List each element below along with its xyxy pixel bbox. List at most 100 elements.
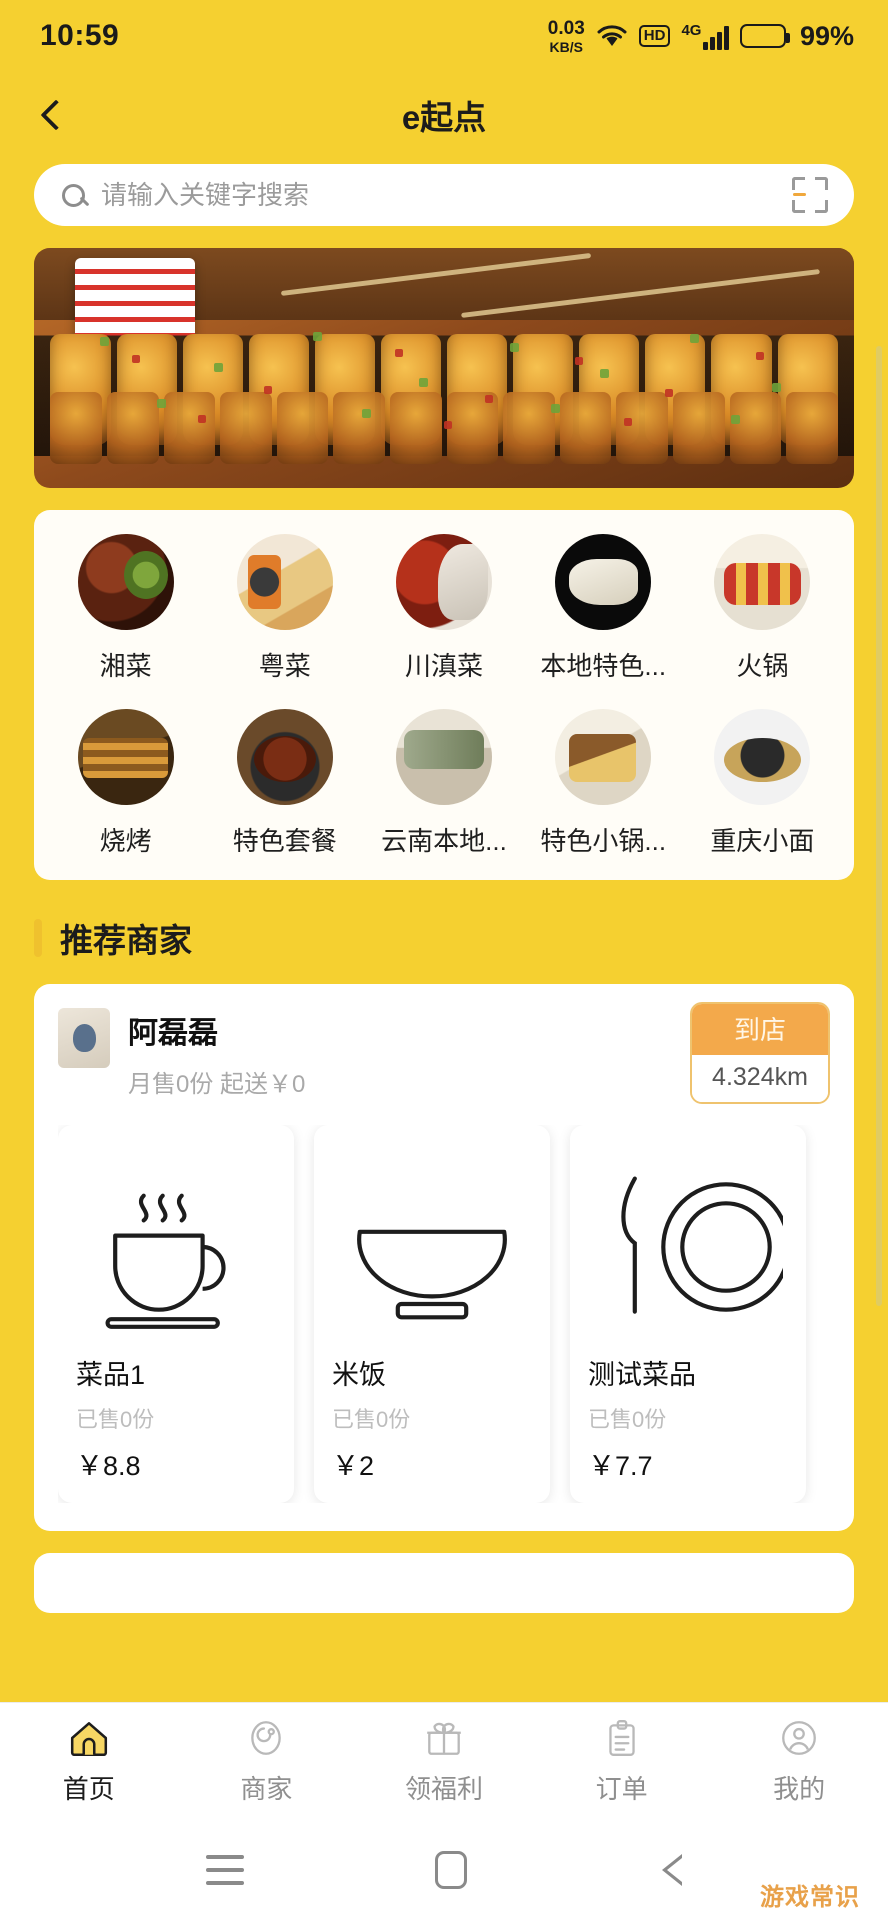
category-item-2[interactable]: 川滇菜 <box>364 534 523 683</box>
battery-icon <box>739 24 790 48</box>
dish-name: 菜品1 <box>76 1360 146 1390</box>
category-label: 烧烤 <box>99 826 152 856</box>
tab-label: 领福利 <box>404 1774 483 1804</box>
home-icon <box>70 1722 107 1757</box>
merchant-distance-badge[interactable]: 到店 4.324km <box>690 1002 830 1104</box>
merchant-logo <box>58 1008 110 1068</box>
dish-price: ￥2 <box>332 1451 375 1481</box>
banner-garnish-chili <box>34 320 854 464</box>
battery-percent: 99% <box>799 20 854 51</box>
dish-text-2: 测试菜品 已售0份 ￥7.7 <box>570 1353 806 1483</box>
dish-sold: 已售0份 <box>332 1407 411 1432</box>
badge-distance-value: 4.324km <box>692 1055 828 1102</box>
category-item-0[interactable]: 湘菜 <box>46 534 205 683</box>
category-label: 湘菜 <box>99 651 152 681</box>
banner-area <box>0 226 888 488</box>
merchant-card[interactable]: 阿磊磊 月售0份 起送￥0 到店 4.324km 菜品1 已售0份 ￥8.8 米… <box>34 984 854 1531</box>
tab-label: 我的 <box>773 1774 826 1804</box>
category-thumb-icon <box>236 534 333 630</box>
bottom-tab-bar: 首页 商家 领福利 订单 我的 <box>0 1702 888 1820</box>
coffee-cup-icon <box>58 1141 294 1353</box>
back-chevron-icon <box>40 99 72 131</box>
category-label: 特色小锅... <box>540 826 667 856</box>
network-type-label: 4G <box>681 21 702 39</box>
category-item-4[interactable]: 火锅 <box>683 534 842 683</box>
category-row-1: 湘菜 粤菜 川滇菜 本地特色... 火锅 <box>46 534 842 683</box>
category-thumb-icon <box>236 709 333 805</box>
dish-sold: 已售0份 <box>76 1407 155 1432</box>
tab-merchants[interactable]: 商家 <box>178 1703 356 1820</box>
dish-price: ￥8.8 <box>76 1451 141 1481</box>
category-label: 云南本地... <box>381 826 507 856</box>
category-item-3[interactable]: 本地特色... <box>524 534 683 683</box>
dish-sold: 已售0份 <box>588 1407 667 1432</box>
dish-name: 米饭 <box>332 1360 386 1390</box>
category-label: 特色套餐 <box>232 826 337 856</box>
category-label: 川滇菜 <box>405 651 484 681</box>
promo-banner[interactable] <box>34 248 854 488</box>
signal-indicator: 4G <box>681 23 729 50</box>
section-header-recommended: 推荐商家 <box>34 914 888 962</box>
category-label: 重庆小面 <box>710 826 815 856</box>
category-item-8[interactable]: 特色小锅... <box>524 709 683 858</box>
category-thumb-icon <box>396 534 492 630</box>
category-thumb-icon <box>555 534 652 630</box>
menu-icon[interactable] <box>205 1855 244 1885</box>
tab-home[interactable]: 首页 <box>0 1703 178 1820</box>
hd-badge: HD <box>638 25 671 47</box>
dish-name: 测试菜品 <box>588 1360 696 1390</box>
signal-bars-icon <box>703 25 729 50</box>
tab-orders[interactable]: 订单 <box>533 1703 711 1820</box>
dish-card-0[interactable]: 菜品1 已售0份 ￥8.8 <box>58 1125 294 1503</box>
watermark-text: 游戏常识 <box>760 1884 860 1911</box>
shop-icon <box>251 1721 282 1755</box>
back-button[interactable] <box>18 77 94 153</box>
search-input[interactable] <box>101 179 776 211</box>
dish-card-2[interactable]: 测试菜品 已售0份 ￥7.7 <box>570 1125 806 1503</box>
category-thumb-icon <box>77 534 174 630</box>
merchant-card-next-partial[interactable] <box>34 1553 854 1613</box>
tab-benefits[interactable]: 领福利 <box>355 1703 533 1820</box>
category-thumb-icon <box>714 534 811 630</box>
tab-profile[interactable]: 我的 <box>710 1703 888 1820</box>
tab-label: 首页 <box>62 1774 115 1804</box>
system-navigation-bar: 游戏常识 <box>0 1820 888 1920</box>
network-speed-value: 0.03 <box>547 17 585 39</box>
category-label: 粤菜 <box>258 651 311 681</box>
network-speed: 0.03 KB/S <box>548 19 585 54</box>
clipboard-icon <box>608 1720 635 1756</box>
category-label: 本地特色... <box>540 651 667 681</box>
dish-price: ￥7.7 <box>588 1451 653 1481</box>
status-icons: 0.03 KB/S HD 4G 99% <box>548 19 854 54</box>
back-triangle-icon[interactable] <box>658 1851 683 1889</box>
plate-knife-icon <box>570 1141 806 1353</box>
scan-code-icon[interactable] <box>792 177 828 213</box>
category-thumb-icon <box>714 709 811 805</box>
search-icon <box>62 183 85 207</box>
wifi-icon <box>597 25 627 46</box>
section-title-text: 推荐商家 <box>60 922 192 959</box>
category-item-6[interactable]: 特色套餐 <box>205 709 364 858</box>
dish-card-1[interactable]: 米饭 已售0份 ￥2 <box>314 1125 550 1503</box>
category-label: 火锅 <box>736 651 789 681</box>
category-thumb-icon <box>555 709 652 805</box>
category-item-7[interactable]: 云南本地... <box>364 709 523 858</box>
dish-list[interactable]: 菜品1 已售0份 ￥8.8 米饭 已售0份 ￥2 测试菜品 已售0份 ￥7.7 <box>58 1125 830 1503</box>
tab-label: 订单 <box>595 1774 648 1804</box>
badge-pickup-label: 到店 <box>692 1004 828 1055</box>
status-time: 10:59 <box>40 19 120 52</box>
app-bar: e起点 <box>0 72 888 158</box>
dish-text-1: 米饭 已售0份 ￥2 <box>314 1353 550 1483</box>
vertical-scrollbar[interactable] <box>876 346 882 1306</box>
gift-icon <box>427 1722 461 1755</box>
category-item-5[interactable]: 烧烤 <box>46 709 205 858</box>
rice-bowl-icon <box>314 1141 550 1353</box>
home-square-icon[interactable] <box>434 1851 467 1889</box>
category-grid: 湘菜 粤菜 川滇菜 本地特色... 火锅 烧烤 特色套餐 云南本地... 特色小… <box>34 510 854 880</box>
category-item-9[interactable]: 重庆小面 <box>683 709 842 858</box>
content-scroll-area[interactable]: 湘菜 粤菜 川滇菜 本地特色... 火锅 烧烤 特色套餐 云南本地... 特色小… <box>0 226 888 1702</box>
search-bar[interactable] <box>34 164 854 226</box>
network-speed-unit: KB/S <box>549 38 583 55</box>
category-item-1[interactable]: 粤菜 <box>205 534 364 683</box>
dish-text-0: 菜品1 已售0份 ￥8.8 <box>58 1353 294 1483</box>
